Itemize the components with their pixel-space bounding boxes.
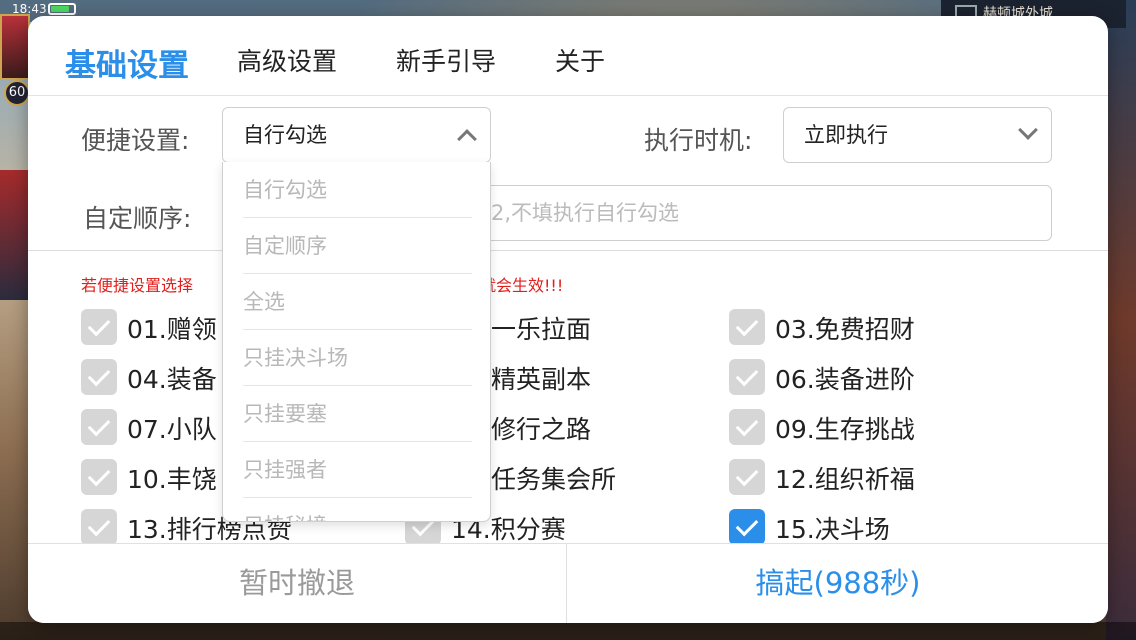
dialog-footer: 暂时撤退 搞起(988秒) (28, 543, 1108, 623)
checkbox[interactable] (81, 459, 117, 495)
game-side-panel-right (1106, 0, 1136, 640)
battery-icon (48, 3, 76, 15)
checkbox[interactable] (81, 509, 117, 545)
tab-advanced-settings[interactable]: 高级设置 (237, 42, 337, 78)
checkbox[interactable] (729, 459, 765, 495)
checkbox[interactable] (81, 309, 117, 345)
task-label: 10.丰饶 (127, 465, 217, 494)
dropdown-option[interactable]: 只挂要塞 (223, 386, 490, 442)
dropdown-option[interactable]: 只挂决斗场 (223, 330, 490, 386)
tab-beginner-guide[interactable]: 新手引导 (396, 42, 496, 78)
tab-bar: 基础设置 高级设置 新手引导 关于 (28, 16, 1108, 96)
dropdown-option[interactable]: 只挂秘境 (223, 498, 490, 521)
dropdown-option-label: 只挂决斗场 (243, 346, 348, 370)
timing-value: 立即执行 (804, 123, 888, 147)
checkbox[interactable] (729, 509, 765, 545)
checkbox[interactable] (729, 409, 765, 445)
checkbox[interactable] (81, 409, 117, 445)
dropdown-option-label: 自行勾选 (243, 178, 327, 202)
game-side-panel-left (0, 170, 30, 300)
quick-setting-value: 自行勾选 (243, 123, 327, 147)
dropdown-option-label: 只挂强者 (243, 458, 327, 482)
custom-order-placeholder: 2,不填执行自行勾选 (491, 201, 680, 225)
checkbox[interactable] (729, 309, 765, 345)
checkbox[interactable] (81, 359, 117, 395)
warning-text-left: 若便捷设置选择 (81, 276, 194, 295)
dropdown-option-label: 全选 (243, 290, 285, 314)
task-label: 一乐拉面 (491, 315, 592, 344)
timing-label: 执行时机: (644, 126, 753, 155)
tab-basic-settings[interactable]: 基础设置 (65, 40, 189, 85)
quick-setting-dropdown: 自行勾选 自定顺序 全选 只挂决斗场 只挂要塞 只挂强者 只挂秘境 (222, 162, 491, 522)
player-level-badge: 60 (4, 80, 30, 106)
quick-setting-select[interactable]: 自行勾选 (222, 107, 491, 163)
warning-text: 若便捷设置选择 就会生效!!! (81, 272, 563, 296)
retreat-button[interactable]: 暂时撤退 (28, 544, 567, 623)
chevron-up-icon (457, 129, 477, 149)
chevron-down-icon (1018, 120, 1038, 140)
custom-order-label: 自定顺序: (83, 204, 192, 233)
checkbox[interactable] (729, 359, 765, 395)
dropdown-option[interactable]: 自行勾选 (223, 162, 490, 218)
task-label: 06.装备进阶 (775, 365, 915, 394)
dropdown-option-label: 只挂要塞 (243, 402, 327, 426)
start-button[interactable]: 搞起(988秒) (568, 544, 1108, 623)
task-label: 07.小队 (127, 415, 217, 444)
tab-about[interactable]: 关于 (555, 42, 605, 78)
section-divider (28, 250, 1108, 251)
dropdown-option[interactable]: 只挂强者 (223, 442, 490, 498)
timing-select[interactable]: 立即执行 (783, 107, 1052, 163)
task-label: 精英副本 (491, 365, 592, 394)
dropdown-option[interactable]: 全选 (223, 274, 490, 330)
dropdown-option[interactable]: 自定顺序 (223, 218, 490, 274)
player-avatar (0, 14, 30, 80)
dropdown-option-label: 自定顺序 (243, 234, 327, 258)
task-label: 04.装备 (127, 365, 217, 394)
dropdown-option-label: 只挂秘境 (243, 514, 327, 521)
task-label: 任务集会所 (491, 465, 617, 494)
task-label: 12.组织祈福 (775, 465, 915, 494)
warning-text-right: 就会生效!!! (480, 276, 564, 295)
task-label: 09.生存挑战 (775, 415, 915, 444)
task-label: 03.免费招财 (775, 315, 915, 344)
task-label: 15.决斗场 (775, 515, 890, 544)
game-bottom-bar (0, 622, 1136, 640)
task-label: 01.赠领 (127, 315, 217, 344)
quick-setting-label: 便捷设置: (81, 126, 190, 155)
task-label: 修行之路 (491, 415, 592, 444)
settings-dialog: 基础设置 高级设置 新手引导 关于 便捷设置: 自行勾选 执行时机: 立即执行 … (28, 16, 1108, 623)
